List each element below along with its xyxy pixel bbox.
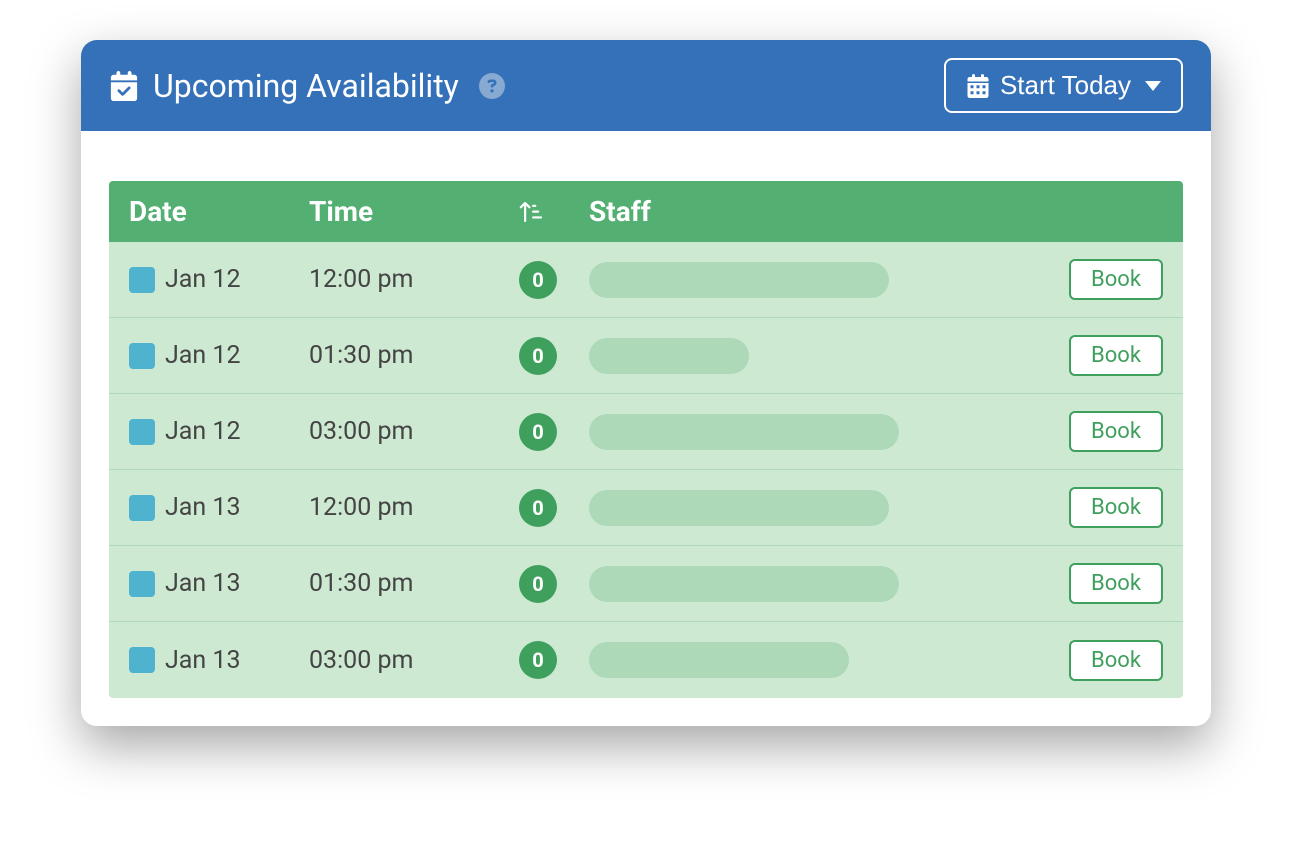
date-text: Jan 12	[165, 265, 241, 294]
calendar-check-icon	[109, 71, 139, 101]
badge-cell: 0	[519, 565, 589, 603]
table-row: Jan 12 01:30 pm 0 Book	[109, 318, 1183, 394]
help-icon[interactable]	[479, 73, 505, 99]
staff-placeholder	[589, 414, 899, 450]
color-swatch	[129, 419, 155, 445]
time-cell: 12:00 pm	[309, 265, 519, 294]
table-row: Jan 13 01:30 pm 0 Book	[109, 546, 1183, 622]
book-button[interactable]: Book	[1069, 487, 1163, 528]
count-badge: 0	[519, 565, 557, 603]
table-row: Jan 13 12:00 pm 0 Book	[109, 470, 1183, 546]
badge-cell: 0	[519, 337, 589, 375]
date-cell: Jan 12	[129, 341, 309, 370]
staff-placeholder	[589, 338, 749, 374]
date-text: Jan 13	[165, 569, 241, 598]
column-header-time[interactable]: Time	[309, 195, 519, 228]
staff-cell	[589, 566, 1023, 602]
date-text: Jan 13	[165, 646, 241, 675]
date-text: Jan 12	[165, 417, 241, 446]
action-cell: Book	[1023, 563, 1163, 604]
table-row: Jan 12 03:00 pm 0 Book	[109, 394, 1183, 470]
panel-header: Upcoming Availability Start Today	[81, 40, 1211, 131]
count-badge: 0	[519, 337, 557, 375]
count-badge: 0	[519, 261, 557, 299]
time-cell: 01:30 pm	[309, 569, 519, 598]
book-button[interactable]: Book	[1069, 335, 1163, 376]
sort-icon	[519, 199, 545, 225]
staff-placeholder	[589, 642, 849, 678]
date-cell: Jan 13	[129, 646, 309, 675]
staff-cell	[589, 338, 1023, 374]
caret-down-icon	[1145, 81, 1161, 91]
count-badge: 0	[519, 489, 557, 527]
column-header-sort[interactable]	[519, 199, 589, 225]
date-cell: Jan 13	[129, 569, 309, 598]
action-cell: Book	[1023, 487, 1163, 528]
action-cell: Book	[1023, 640, 1163, 681]
count-badge: 0	[519, 641, 557, 679]
staff-cell	[589, 262, 1023, 298]
color-swatch	[129, 647, 155, 673]
date-text: Jan 13	[165, 493, 241, 522]
action-cell: Book	[1023, 335, 1163, 376]
date-cell: Jan 12	[129, 265, 309, 294]
panel-body: Date Time Staff Jan 12 12:00 pm 0	[81, 131, 1211, 726]
table-row: Jan 12 12:00 pm 0 Book	[109, 242, 1183, 318]
book-button[interactable]: Book	[1069, 259, 1163, 300]
start-today-label: Start Today	[1000, 70, 1131, 101]
date-text: Jan 12	[165, 341, 241, 370]
table-row: Jan 13 03:00 pm 0 Book	[109, 622, 1183, 698]
availability-table: Date Time Staff Jan 12 12:00 pm 0	[109, 181, 1183, 698]
staff-cell	[589, 414, 1023, 450]
panel-title-wrap: Upcoming Availability	[109, 67, 505, 105]
color-swatch	[129, 343, 155, 369]
color-swatch	[129, 571, 155, 597]
column-header-staff[interactable]: Staff	[589, 195, 1023, 228]
date-cell: Jan 13	[129, 493, 309, 522]
staff-placeholder	[589, 490, 889, 526]
action-cell: Book	[1023, 411, 1163, 452]
badge-cell: 0	[519, 413, 589, 451]
date-cell: Jan 12	[129, 417, 309, 446]
color-swatch	[129, 267, 155, 293]
book-button[interactable]: Book	[1069, 640, 1163, 681]
staff-cell	[589, 490, 1023, 526]
start-today-button[interactable]: Start Today	[944, 58, 1183, 113]
availability-panel: Upcoming Availability Start Today Date T…	[81, 40, 1211, 726]
badge-cell: 0	[519, 489, 589, 527]
panel-title: Upcoming Availability	[153, 67, 459, 105]
book-button[interactable]: Book	[1069, 563, 1163, 604]
color-swatch	[129, 495, 155, 521]
staff-placeholder	[589, 566, 899, 602]
staff-cell	[589, 642, 1023, 678]
table-body: Jan 12 12:00 pm 0 Book Jan 12 01:30 pm 0…	[109, 242, 1183, 698]
book-button[interactable]: Book	[1069, 411, 1163, 452]
count-badge: 0	[519, 413, 557, 451]
time-cell: 03:00 pm	[309, 646, 519, 675]
calendar-grid-icon	[966, 74, 990, 98]
action-cell: Book	[1023, 259, 1163, 300]
badge-cell: 0	[519, 261, 589, 299]
time-cell: 03:00 pm	[309, 417, 519, 446]
time-cell: 01:30 pm	[309, 341, 519, 370]
time-cell: 12:00 pm	[309, 493, 519, 522]
staff-placeholder	[589, 262, 889, 298]
table-header-row: Date Time Staff	[109, 181, 1183, 242]
badge-cell: 0	[519, 641, 589, 679]
column-header-date[interactable]: Date	[129, 195, 309, 228]
